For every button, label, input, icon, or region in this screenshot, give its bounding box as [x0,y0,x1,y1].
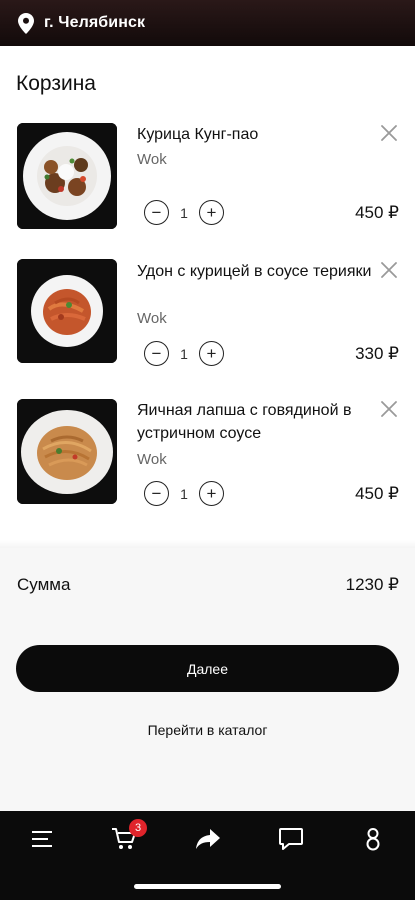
close-icon [380,400,398,423]
cart-item: Яичная лапша с говядиной в устричном соу… [0,399,415,509]
increase-quantity-button[interactable]: + [199,200,224,225]
remove-item-button[interactable] [379,400,399,423]
cart-item: Курица Кунг-пао Wok − 1 + 450 ₽ [0,123,415,233]
dish-image [17,123,117,229]
order-summary: Сумма 1230 ₽ Далее Перейти в каталог [0,548,415,811]
increase-quantity-button[interactable]: + [199,481,224,506]
item-name: Курица Кунг-пао [137,126,259,143]
menu-icon[interactable] [28,825,56,853]
cart-icon[interactable]: 3 [110,819,147,853]
profile-icon[interactable] [359,825,387,853]
quantity-value: 1 [180,485,188,502]
cart-badge: 3 [129,819,147,837]
decrease-quantity-button[interactable]: − [144,481,169,506]
remove-item-button[interactable] [379,261,399,284]
dish-image [17,259,117,363]
next-button[interactable]: Далее [16,645,399,692]
share-icon[interactable] [194,825,222,853]
close-icon [380,124,398,147]
go-to-catalog-link[interactable]: Перейти в каталог [0,722,415,738]
item-category: Wok [137,310,167,327]
quantity-stepper: − 1 + [144,200,224,225]
increase-quantity-button[interactable]: + [199,341,224,366]
decrease-quantity-button[interactable]: − [144,200,169,225]
location-bar[interactable]: г. Челябинск [0,0,415,46]
item-price: 450 ₽ [355,484,399,503]
total-label: Сумма [17,575,71,594]
remove-item-button[interactable] [379,124,399,147]
page-title: Корзина [16,72,96,95]
item-price: 450 ₽ [355,203,399,222]
quantity-stepper: − 1 + [144,481,224,506]
decrease-quantity-button[interactable]: − [144,341,169,366]
quantity-value: 1 [180,204,188,221]
item-price: 330 ₽ [355,344,399,363]
home-indicator [134,884,281,889]
close-icon [380,261,398,284]
item-category: Wok [137,451,167,468]
item-category: Wok [137,151,167,168]
item-name: Удон с курицей в соусе терияки [137,263,372,280]
dish-image [17,399,117,504]
city-name: г. Челябинск [44,14,146,31]
quantity-stepper: − 1 + [144,341,224,366]
total-value: 1230 ₽ [345,575,399,594]
location-pin-icon [18,12,36,34]
chat-icon[interactable] [277,825,305,853]
cart-item: Удон с курицей в соусе терияки Wok − 1 +… [0,259,415,369]
quantity-value: 1 [180,345,188,362]
item-name: Яичная лапша с говядиной в устричном соу… [137,402,352,442]
